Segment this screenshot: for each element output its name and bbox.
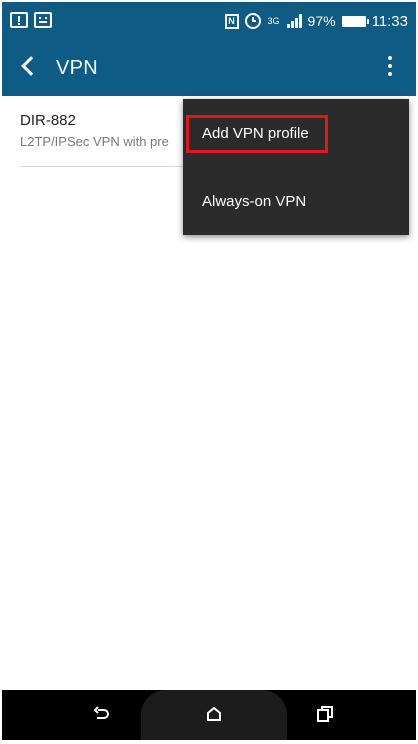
status-icons: N 3G 97% 11:33 [224, 10, 408, 32]
overflow-menu: Add VPN profile Always-on VPN [183, 99, 409, 235]
back-icon[interactable] [94, 706, 110, 722]
notification-alert-icon [10, 12, 28, 28]
menu-item-always-on-vpn[interactable]: Always-on VPN [183, 167, 409, 235]
recent-apps-icon[interactable] [317, 706, 333, 722]
overflow-menu-icon[interactable] [380, 56, 400, 84]
nfc-icon: N [224, 13, 239, 29]
page-title: VPN [56, 57, 99, 79]
menu-item-add-vpn-profile[interactable]: Add VPN profile [183, 99, 409, 167]
navigation-bar [2, 690, 416, 740]
battery-icon [341, 15, 369, 27]
app-bar: VPN [2, 42, 416, 96]
vpn-name: DIR-882 [20, 112, 76, 129]
back-arrow-icon[interactable] [21, 56, 41, 76]
home-icon[interactable] [207, 707, 221, 721]
status-bar: N 3G 97% 11:33 [2, 2, 416, 42]
alarm-icon [244, 13, 261, 29]
menu-item-label: Always-on VPN [202, 193, 307, 210]
notification-face-icon [34, 12, 52, 28]
menu-item-label: Add VPN profile [202, 125, 309, 142]
clock: 11:33 [371, 12, 408, 30]
signal-icon [286, 14, 302, 28]
vpn-type: L2TP/IPSec VPN with pre [20, 134, 169, 149]
screen: N 3G 97% 11:33 VPN DIR-882 L2TP/IPSec VP… [2, 2, 416, 740]
battery-percent: 97% [307, 13, 336, 29]
notification-icons [10, 12, 52, 28]
network-type: 3G [267, 15, 280, 26]
